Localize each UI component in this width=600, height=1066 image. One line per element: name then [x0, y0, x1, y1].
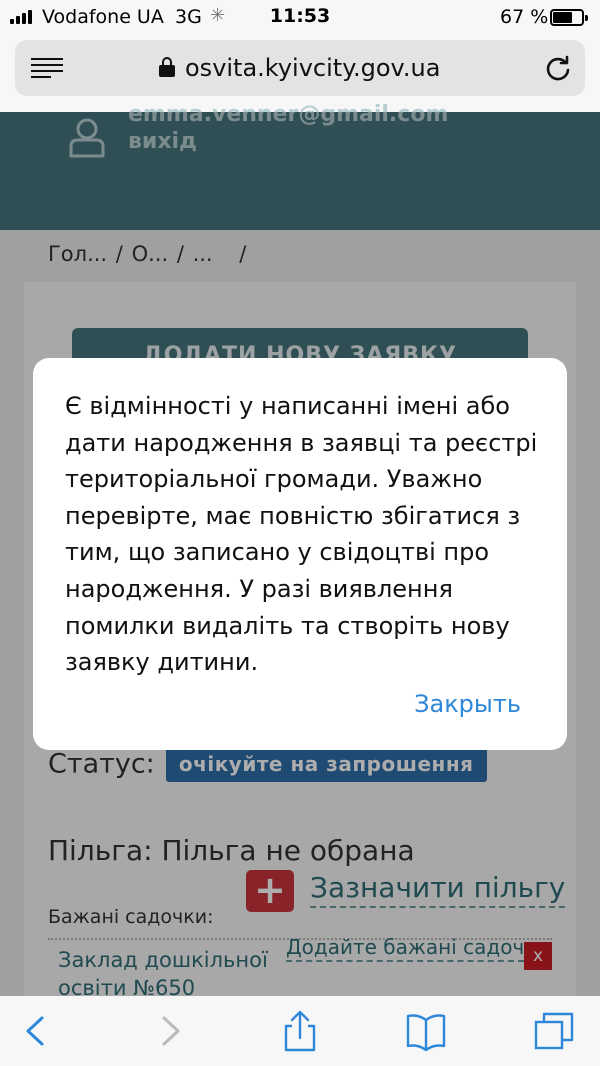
- alert-dialog: Є відмінності у написанні імені або дати…: [33, 358, 567, 750]
- share-icon[interactable]: [278, 1010, 322, 1052]
- reload-icon[interactable]: [544, 54, 572, 82]
- url-text[interactable]: osvita.kyivcity.gov.ua: [185, 54, 440, 82]
- battery-icon: [550, 9, 588, 26]
- tabs-icon[interactable]: [532, 1010, 576, 1052]
- forward-icon[interactable]: [148, 1010, 192, 1052]
- back-icon[interactable]: [14, 1010, 58, 1052]
- status-bar: Vodafone UA 3G ✳ 11:53 67 %: [0, 0, 600, 34]
- battery-percentage: 67 %: [500, 6, 549, 28]
- close-button[interactable]: Закрыть: [414, 690, 521, 718]
- browser-address-area: osvita.kyivcity.gov.ua: [0, 34, 600, 112]
- bookmarks-icon[interactable]: [404, 1010, 448, 1052]
- lock-icon: [159, 57, 175, 77]
- reader-menu-icon[interactable]: [31, 58, 63, 78]
- address-bar[interactable]: osvita.kyivcity.gov.ua: [15, 40, 585, 96]
- browser-toolbar: [0, 996, 600, 1066]
- dialog-message: Є відмінності у написанні імені або дати…: [65, 392, 538, 677]
